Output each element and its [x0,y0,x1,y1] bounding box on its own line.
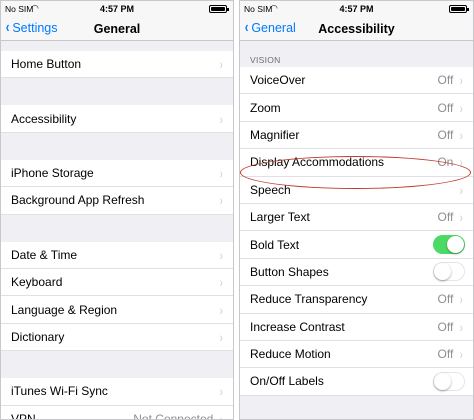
row-label: VPN [11,411,36,420]
chevron-right-icon: › [220,328,224,345]
toggle-switch[interactable] [433,371,465,391]
row-value: Off [437,73,454,88]
status-time: 4:57 PM [339,4,374,14]
row-on-off-labels[interactable]: On/Off Labels [240,368,473,396]
page-title: General [93,22,141,36]
chevron-right-icon: › [460,346,464,363]
row-reduce-transparency[interactable]: Reduce Transparency Off › [240,286,473,314]
chevron-right-icon: › [220,164,224,181]
row-label: Home Button [11,57,82,72]
chevron-right-icon: › [460,209,464,226]
battery-icon [209,5,229,13]
row-label: Button Shapes [250,264,329,279]
section-gap [1,41,233,51]
row-value: Not Connected [133,411,214,420]
row-button-shapes[interactable]: Button Shapes [240,258,473,287]
toggle-switch[interactable] [433,262,465,282]
row-label: Magnifier [250,127,300,142]
row-label: Reduce Transparency [250,292,368,307]
chevron-right-icon: › [460,72,464,89]
row-label: Date & Time [11,247,78,262]
row-label: Larger Text [250,210,310,225]
chevron-right-icon: › [460,99,464,116]
row-zoom[interactable]: Zoom Off › [240,94,473,122]
row-label: Background App Refresh [11,193,145,208]
chevron-right-icon: › [220,274,224,291]
row-label: Increase Contrast [250,319,345,334]
section-gap [1,132,233,160]
row-label: Language & Region [11,302,118,317]
chevron-right-icon: › [220,110,224,127]
nav-bar: ‹ General Accessibility [240,17,473,41]
toggle-knob [434,263,451,281]
row-dictionary[interactable]: Dictionary › [1,323,233,352]
row-bold-text[interactable]: Bold Text [240,231,473,259]
row-value: Off [437,292,454,307]
row-accessibility[interactable]: Accessibility › [1,105,233,133]
row-label: iPhone Storage [11,165,94,180]
row-voiceover[interactable]: VoiceOver Off › [240,67,473,95]
row-iphone-storage[interactable]: iPhone Storage › [1,159,233,188]
section-header-vision: VISION [250,55,281,65]
chevron-right-icon: › [460,154,464,171]
chevron-right-icon: › [220,246,224,263]
row-label: Zoom [250,100,281,115]
row-label: On/Off Labels [250,374,324,389]
row-display-accommodations[interactable]: Display Accommodations On › [240,149,473,177]
row-increase-contrast[interactable]: Increase Contrast Off › [240,313,473,341]
toggle-knob [434,372,451,390]
section-gap [1,214,233,242]
toggle-knob [447,236,464,254]
row-speech[interactable]: Speech › [240,176,473,204]
chevron-right-icon: › [460,318,464,335]
section-gap [1,78,233,106]
nav-bar: ‹ Settings General [1,17,233,41]
row-value: Off [437,210,454,225]
row-reduce-motion[interactable]: Reduce Motion Off › [240,340,473,369]
accessibility-settings-screen: No SIM ◠ 4:57 PM ‹ General Accessibility… [239,0,474,420]
row-vpn[interactable]: VPN Not Connected › [1,405,233,420]
row-label: Dictionary [11,329,65,344]
row-magnifier[interactable]: Magnifier Off › [240,121,473,150]
chevron-right-icon: › [460,291,464,308]
chevron-right-icon: › [220,301,224,318]
row-label: Speech [250,182,291,197]
row-label: Accessibility [11,111,77,126]
row-larger-text[interactable]: Larger Text Off › [240,203,473,232]
chevron-right-icon: › [460,181,464,198]
toggle-switch[interactable] [433,235,465,255]
row-label: Bold Text [250,237,300,252]
page-title: Accessibility [318,22,395,36]
row-value: Off [437,347,454,362]
row-date-time[interactable]: Date & Time › [1,241,233,269]
general-settings-screen: No SIM ◠ 4:57 PM ‹ Settings General Home… [0,0,234,420]
row-value: Off [437,319,454,334]
settings-list: Home Button › Accessibility › iPhone Storage… [1,41,233,420]
chevron-right-icon: › [220,383,224,400]
chevron-right-icon: › [220,56,224,73]
row-label: Keyboard [11,275,63,290]
row-value: Off [437,127,454,142]
row-itunes-wi-fi-sync[interactable]: iTunes Wi-Fi Sync › [1,378,233,406]
section-gap [1,351,233,379]
row-value: On [437,155,454,170]
row-label: Display Accommodations [250,155,385,170]
accessibility-list: VoiceOver Off › Zoom Off › Magnifier Off › Displa… [240,67,473,396]
chevron-right-icon: › [220,192,224,209]
status-time: 4:57 PM [99,4,134,14]
status-bar: No SIM ◠ 4:57 PM [1,1,233,17]
row-label: iTunes Wi-Fi Sync [11,384,108,399]
row-keyboard[interactable]: Keyboard › [1,268,233,297]
row-value: Off [437,100,454,115]
chevron-right-icon: › [460,126,464,143]
row-label: VoiceOver [250,73,306,88]
row-label: Reduce Motion [250,347,331,362]
battery-icon [449,5,469,13]
row-language-region[interactable]: Language & Region › [1,296,233,324]
row-home-button[interactable]: Home Button › [1,51,233,79]
chevron-right-icon: › [220,410,224,420]
row-background-app-refresh[interactable]: Background App Refresh › [1,187,233,215]
status-bar: No SIM ◠ 4:57 PM [240,1,473,17]
